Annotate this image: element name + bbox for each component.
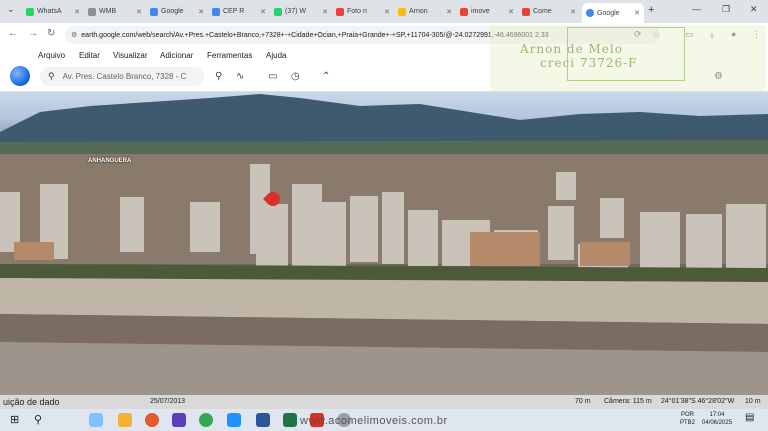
start-icon[interactable]: ⊞	[10, 413, 19, 426]
page-icon	[398, 7, 406, 16]
menu-ajuda[interactable]: Ajuda	[266, 51, 286, 60]
tab-label: Arnon	[409, 8, 428, 15]
clock-time: 17:04	[709, 412, 725, 418]
map-label: ANHANGUERA	[88, 158, 132, 164]
tab-whatsapp[interactable]: WhatsA ✕	[22, 3, 84, 20]
close-icon[interactable]: ✕	[136, 8, 142, 16]
close-icon[interactable]: ✕	[634, 9, 640, 17]
data-attribution: uição de dado	[3, 397, 60, 407]
notifications-icon[interactable]: ▤	[745, 412, 754, 423]
clock[interactable]: 17:04 04/06/2025	[702, 411, 732, 427]
close-icon[interactable]: ✕	[322, 8, 328, 16]
close-icon[interactable]: ✕	[384, 8, 390, 16]
search-icon[interactable]: ⚲	[34, 413, 42, 426]
path-icon[interactable]: ∿	[236, 71, 244, 82]
measure-icon[interactable]: ▭	[268, 71, 277, 82]
earth-icon	[586, 9, 594, 17]
site-info-icon[interactable]: ⚙	[71, 31, 77, 39]
chrome-icon[interactable]	[199, 413, 213, 427]
scale-label: 70 m	[575, 398, 591, 405]
tab-google[interactable]: Google ✕	[146, 3, 208, 20]
tab-foto[interactable]: Foto n ✕	[332, 3, 394, 20]
menu-visualizar[interactable]: Visualizar	[113, 51, 148, 60]
close-icon[interactable]: ✕	[198, 8, 204, 16]
widgets-icon[interactable]	[89, 413, 103, 427]
page-icon	[88, 7, 96, 16]
photos-icon	[336, 7, 344, 16]
close-window-icon[interactable]: ✕	[750, 4, 758, 15]
imagery-date: 25/07/2013	[150, 398, 186, 405]
google-icon	[150, 7, 158, 16]
close-icon[interactable]: ✕	[508, 8, 514, 16]
lang-variant: PTB2	[680, 420, 696, 426]
url-text: earth.google.com/web/search/Av.+Pres.+Ca…	[81, 31, 549, 39]
collapse-icon[interactable]: ⌃	[322, 71, 330, 82]
elevation: 10 m	[745, 398, 761, 405]
page-icon	[460, 7, 468, 16]
place-pin-icon[interactable]: ⚲	[215, 71, 222, 82]
google-earth-logo[interactable]	[10, 66, 30, 86]
tab-whatsapp-2[interactable]: (37) W ✕	[270, 3, 332, 20]
close-icon[interactable]: ✕	[260, 8, 266, 16]
earth-3d-view[interactable]: ANHANGUERA	[0, 92, 768, 395]
clock-date: 04/06/2025	[702, 420, 733, 426]
minimize-icon[interactable]: —	[692, 4, 701, 14]
lang-code: POR	[681, 412, 695, 418]
firefox-icon[interactable]	[145, 413, 159, 427]
tab-label: CEP R	[223, 8, 245, 15]
keyboard-layout[interactable]: POR PTB2	[680, 411, 695, 427]
tab-label: Google	[161, 8, 184, 15]
excel-icon[interactable]	[283, 413, 297, 427]
google-icon	[212, 7, 220, 16]
watermark-creci: creci 73726-F	[540, 56, 638, 70]
close-icon[interactable]: ✕	[570, 8, 576, 16]
watermark-name: Arnon de Melo	[520, 42, 623, 56]
coordinates: 24°01'38"S 46°28'02"W	[661, 398, 735, 405]
tab-label: Foto n	[347, 8, 367, 15]
whatsapp-icon	[274, 7, 282, 16]
site-watermark: www.acomelimoveis.com.br	[300, 415, 448, 427]
tab-arnon[interactable]: Arnon ✕	[394, 3, 456, 20]
tab-come[interactable]: Come ✕	[518, 3, 580, 20]
close-icon[interactable]: ✕	[446, 8, 452, 16]
new-tab-icon[interactable]: +	[648, 4, 654, 16]
tab-label: (37) W	[285, 8, 306, 15]
camera-altitude: Câmera: 115 m	[604, 398, 652, 405]
search-value: Av. Pres. Castelo Branco, 7328 - C	[62, 72, 187, 81]
reload-icon[interactable]: ↻	[47, 28, 55, 39]
page-icon	[522, 7, 530, 16]
tab-wmb[interactable]: WMB ✕	[84, 3, 146, 20]
menu-arquivo[interactable]: Arquivo	[38, 51, 65, 60]
menu-editar[interactable]: Editar	[79, 51, 100, 60]
tab-imove[interactable]: imove ✕	[456, 3, 518, 20]
tab-label: Google	[597, 9, 620, 17]
app-icon[interactable]	[227, 413, 241, 427]
tab-label: imove	[471, 8, 490, 15]
whatsapp-icon	[26, 7, 34, 16]
restore-icon[interactable]: ❐	[722, 4, 730, 15]
tab-search-icon[interactable]: ⌄	[7, 4, 15, 15]
file-explorer-icon[interactable]	[118, 413, 132, 427]
historical-imagery-icon[interactable]: ◷	[291, 71, 300, 82]
word-icon[interactable]	[256, 413, 270, 427]
search-icon: ⚲	[48, 71, 55, 81]
tab-google-earth[interactable]: Google ✕	[582, 3, 644, 23]
tab-label: WhatsA	[37, 8, 62, 15]
forward-icon[interactable]: →	[28, 28, 38, 39]
tab-label: WMB	[99, 8, 117, 15]
scene-illustration	[0, 94, 768, 395]
app-icon[interactable]	[172, 413, 186, 427]
back-icon[interactable]: ←	[8, 28, 18, 39]
search-input[interactable]: ⚲ Av. Pres. Castelo Branco, 7328 - C	[40, 67, 204, 86]
tab-label: Come	[533, 8, 552, 15]
close-icon[interactable]: ✕	[74, 8, 80, 16]
tab-strip: WhatsA ✕ WMB ✕ Google ✕ CEP R ✕ (37) W ✕…	[0, 0, 768, 23]
tab-cep[interactable]: CEP R ✕	[208, 3, 270, 20]
earth-status-bar: uição de dado 25/07/2013 70 m Câmera: 11…	[0, 395, 768, 409]
menu-adicionar[interactable]: Adicionar	[160, 51, 193, 60]
menu-ferramentas[interactable]: Ferramentas	[207, 51, 252, 60]
